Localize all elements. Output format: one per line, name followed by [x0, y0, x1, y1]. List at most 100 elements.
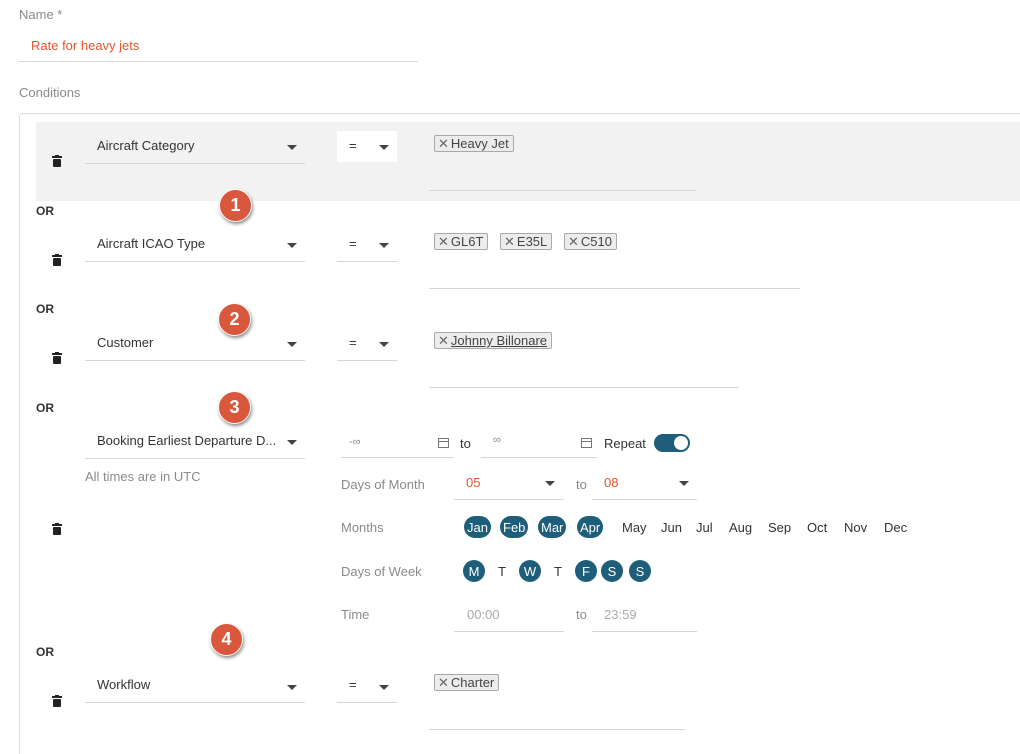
condition-1-operator-select[interactable]: =: [349, 138, 357, 153]
date-to-underline: [481, 457, 597, 458]
weekday-toggle[interactable]: W: [519, 560, 541, 582]
chevron-down-icon[interactable]: [379, 342, 389, 347]
condition-2-field-select[interactable]: Aircraft ICAO Type: [97, 236, 277, 251]
chevron-down-icon[interactable]: [379, 243, 389, 248]
or-label: OR: [36, 401, 54, 415]
delete-condition-1-icon[interactable]: [50, 154, 64, 168]
remove-chip-icon[interactable]: ✕: [438, 235, 449, 248]
condition-2-operator-underline: [337, 261, 397, 262]
chip-label: Charter: [450, 675, 495, 690]
condition-1-field-select[interactable]: Aircraft Category: [97, 138, 277, 153]
utc-note: All times are in UTC: [85, 469, 201, 484]
chevron-down-icon[interactable]: [287, 145, 297, 150]
month-toggle[interactable]: Oct: [804, 516, 830, 538]
condition-3-field-underline: [85, 360, 305, 361]
month-toggle[interactable]: Apr: [577, 516, 604, 538]
weekday-toggle[interactable]: M: [463, 560, 485, 582]
chevron-down-icon[interactable]: [287, 243, 297, 248]
repeat-toggle[interactable]: [654, 434, 690, 452]
condition-2-value-underline: [429, 288, 800, 289]
condition-4-field-underline: [85, 458, 305, 459]
days-of-week-label: Days of Week: [341, 564, 422, 579]
time-from-input[interactable]: 00:00: [467, 607, 500, 622]
condition-5-field-select[interactable]: Workflow: [97, 677, 277, 692]
date-to-input[interactable]: ∞: [493, 434, 501, 446]
conditions-label: Conditions: [19, 85, 81, 100]
chip-label: GL6T: [450, 234, 484, 249]
delete-condition-3-icon[interactable]: [50, 351, 64, 365]
condition-5-operator-underline: [337, 702, 397, 703]
weekday-toggle[interactable]: S: [601, 560, 623, 582]
calendar-icon[interactable]: [438, 438, 449, 448]
calendar-icon[interactable]: [581, 438, 592, 448]
month-toggle[interactable]: Jan: [464, 516, 491, 538]
chevron-down-icon[interactable]: [679, 481, 689, 486]
month-toggle[interactable]: Aug: [726, 516, 755, 538]
date-range-to-label: to: [460, 436, 471, 451]
or-label: OR: [36, 645, 54, 659]
chevron-down-icon[interactable]: [287, 342, 297, 347]
or-label: OR: [36, 302, 54, 316]
name-input[interactable]: Rate for heavy jets: [31, 38, 139, 53]
days-of-month-to-select[interactable]: 08: [604, 475, 618, 490]
remove-chip-icon[interactable]: ✕: [438, 334, 449, 347]
condition-5-value-underline: [429, 729, 685, 730]
month-toggle[interactable]: Sep: [765, 516, 794, 538]
delete-condition-5-icon[interactable]: [50, 694, 64, 708]
chevron-down-icon[interactable]: [287, 685, 297, 690]
month-toggle[interactable]: Jul: [693, 516, 716, 538]
chevron-down-icon[interactable]: [287, 440, 297, 445]
month-toggle[interactable]: Feb: [500, 516, 529, 538]
condition-2-operator-select[interactable]: =: [349, 236, 357, 251]
remove-chip-icon[interactable]: ✕: [438, 676, 449, 689]
days-of-month-to-label: to: [576, 477, 587, 492]
chip-label: C510: [580, 234, 612, 249]
weekday-toggle[interactable]: T: [491, 560, 513, 582]
days-of-month-to-underline: [592, 499, 697, 500]
callout-marker-2: 2: [218, 303, 251, 336]
month-toggle[interactable]: Jun: [658, 516, 685, 538]
chip-johnny-billonare[interactable]: ✕ Johnny Billonare: [434, 332, 553, 349]
chip-charter[interactable]: ✕ Charter: [434, 674, 500, 691]
remove-chip-icon[interactable]: ✕: [438, 137, 449, 150]
or-label: OR: [36, 204, 54, 218]
chevron-down-icon[interactable]: [379, 685, 389, 690]
chip-c510[interactable]: ✕ C510: [564, 233, 617, 250]
delete-condition-2-icon[interactable]: [50, 253, 64, 267]
condition-3-value-underline: [429, 387, 739, 388]
time-to-underline: [592, 631, 697, 632]
weekday-toggle[interactable]: T: [547, 560, 569, 582]
condition-1-field-underline: [85, 163, 305, 164]
weekday-toggle[interactable]: F: [575, 560, 597, 582]
delete-condition-4-icon[interactable]: [50, 522, 64, 536]
chip-gl6t[interactable]: ✕ GL6T: [434, 233, 489, 250]
condition-2-field-underline: [85, 261, 305, 262]
condition-5-operator-select[interactable]: =: [349, 677, 357, 692]
month-toggle[interactable]: Nov: [841, 516, 870, 538]
days-of-month-from-underline: [454, 499, 564, 500]
weekday-toggle[interactable]: S: [629, 560, 651, 582]
month-toggle[interactable]: May: [619, 516, 650, 538]
toggle-knob: [674, 436, 688, 450]
remove-chip-icon[interactable]: ✕: [504, 235, 515, 248]
chevron-down-icon[interactable]: [379, 145, 389, 150]
condition-1-value-underline: [429, 190, 696, 191]
chip-e35l[interactable]: ✕ E35L: [500, 233, 553, 250]
month-toggle[interactable]: Mar: [538, 516, 567, 538]
days-of-month-from-select[interactable]: 05: [466, 475, 480, 490]
remove-chip-icon[interactable]: ✕: [568, 235, 579, 248]
condition-3-field-select[interactable]: Customer: [97, 335, 277, 350]
chevron-down-icon[interactable]: [545, 481, 555, 486]
repeat-label: Repeat: [604, 436, 646, 451]
date-from-underline: [341, 457, 454, 458]
months-label: Months: [341, 520, 384, 535]
time-to-input[interactable]: 23:59: [604, 607, 637, 622]
date-from-input[interactable]: -∞: [349, 436, 361, 448]
month-toggle[interactable]: Dec: [881, 516, 910, 538]
chip-label: E35L: [516, 234, 548, 249]
time-label: Time: [341, 607, 370, 622]
condition-3-operator-select[interactable]: =: [349, 335, 357, 350]
callout-marker-4: 4: [210, 623, 243, 656]
chip-heavy-jet[interactable]: ✕ Heavy Jet: [434, 135, 514, 152]
condition-4-field-select[interactable]: Booking Earliest Departure D...: [97, 433, 287, 448]
